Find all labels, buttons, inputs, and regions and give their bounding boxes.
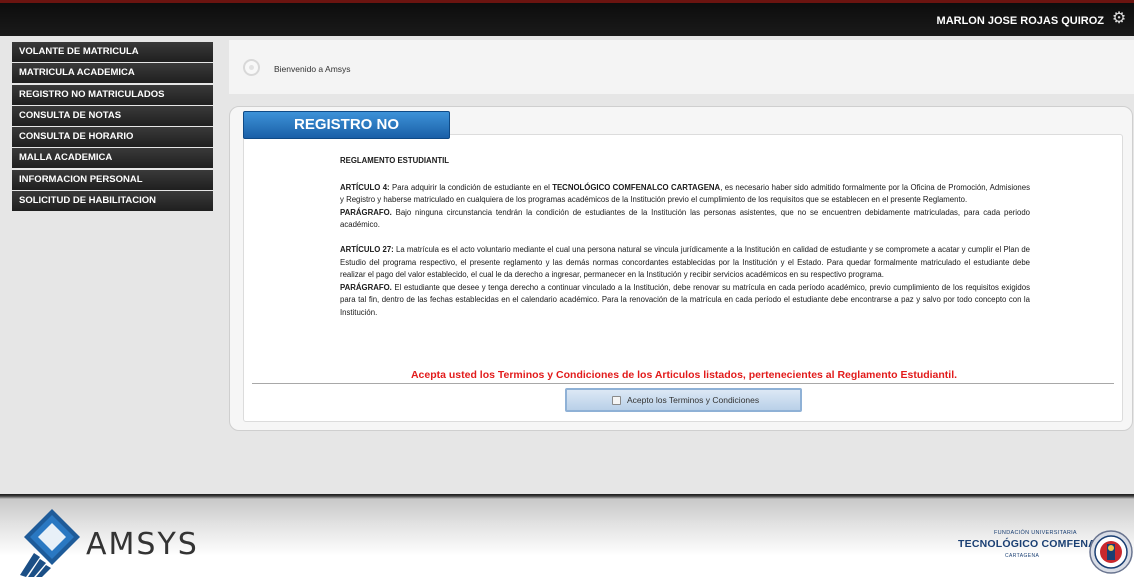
- welcome-circle-icon: [243, 59, 260, 76]
- gear-icon[interactable]: ⚙: [1110, 10, 1128, 28]
- accept-terms-checkbox[interactable]: [612, 396, 621, 405]
- institution-seal-icon: [1089, 530, 1133, 574]
- sidebar-item-consulta-de-horario[interactable]: CONSULTA DE HORARIO: [12, 127, 213, 148]
- article-27-text: La matrícula es el acto voluntario media…: [340, 244, 1030, 280]
- sidebar-item-matricula-academica[interactable]: MATRICULA ACADEMICA: [12, 63, 213, 84]
- welcome-bar: Bienvenido a Amsys: [229, 40, 1134, 94]
- article-27: ARTÍCULO 27: La matrícula es el acto vol…: [340, 244, 1030, 282]
- paragraph-2-text: El estudiante que desee y tenga derecho …: [340, 282, 1030, 317]
- sidebar-item-malla-academica[interactable]: MALLA ACADEMICA: [12, 148, 213, 169]
- panel-title: REGISTRO NO MATRICULADOS: [243, 111, 450, 159]
- article-27-label: ARTÍCULO 27:: [340, 244, 394, 254]
- amsys-logo-icon: [20, 509, 80, 577]
- institution-name: TECNOLÓGICO COMFENALCO CARTAGENA: [552, 182, 721, 192]
- regulation-document: REGLAMENTO ESTUDIANTIL ARTÍCULO 4: Para …: [340, 155, 1030, 320]
- paragraph-2: PARÁGRAFO. El estudiante que desee y ten…: [340, 282, 1030, 320]
- document-heading: REGLAMENTO ESTUDIANTIL: [340, 155, 1030, 168]
- sidebar-menu: VOLANTE DE MATRICULA MATRICULA ACADEMICA…: [12, 42, 213, 212]
- article-4-text-a: Para adquirir la condición de estudiante…: [389, 182, 553, 192]
- top-bar: MARLON JOSE ROJAS QUIROZ ⚙: [0, 0, 1134, 36]
- sidebar-item-consulta-de-notas[interactable]: CONSULTA DE NOTAS: [12, 105, 213, 126]
- paragraph-1-text: Bajo ninguna circunstancia tendrán la co…: [340, 207, 1030, 230]
- divider: [252, 383, 1114, 384]
- partner-line-1: FUNDACIÓN UNIVERSITARIA: [994, 530, 1077, 536]
- article-4-label: ARTÍCULO 4:: [340, 182, 390, 192]
- registration-panel: REGLAMENTO ESTUDIANTIL ARTÍCULO 4: Para …: [229, 106, 1133, 431]
- user-name[interactable]: MARLON JOSE ROJAS QUIROZ: [937, 15, 1104, 27]
- panel-body: REGLAMENTO ESTUDIANTIL ARTÍCULO 4: Para …: [243, 134, 1123, 422]
- welcome-text: Bienvenido a Amsys: [274, 64, 351, 74]
- sidebar-item-solicitud-de-habilitacion[interactable]: SOLICITUD DE HABILITACION: [12, 191, 213, 212]
- paragraph-1-label: PARÁGRAFO.: [340, 207, 392, 217]
- acceptance-prompt: Acepta usted los Terminos y Condiciones …: [410, 369, 958, 381]
- article-4: ARTÍCULO 4: Para adquirir la condición d…: [340, 182, 1030, 207]
- accept-terms-button[interactable]: Acepto los Terminos y Condiciones: [565, 388, 802, 412]
- sidebar-item-informacion-personal[interactable]: INFORMACION PERSONAL: [12, 169, 213, 190]
- paragraph-1: PARÁGRAFO. Bajo ninguna circunstancia te…: [340, 207, 1030, 232]
- paragraph-2-label: PARÁGRAFO.: [340, 282, 392, 292]
- amsys-brand-text: AMSYS: [86, 527, 199, 562]
- partner-line-3: CARTAGENA: [1005, 553, 1040, 559]
- accept-terms-label[interactable]: Acepto los Terminos y Condiciones: [627, 395, 759, 405]
- sidebar-item-volante-de-matricula[interactable]: VOLANTE DE MATRICULA: [12, 42, 213, 62]
- sidebar-item-registro-no-matriculados[interactable]: REGISTRO NO MATRICULADOS: [12, 84, 213, 105]
